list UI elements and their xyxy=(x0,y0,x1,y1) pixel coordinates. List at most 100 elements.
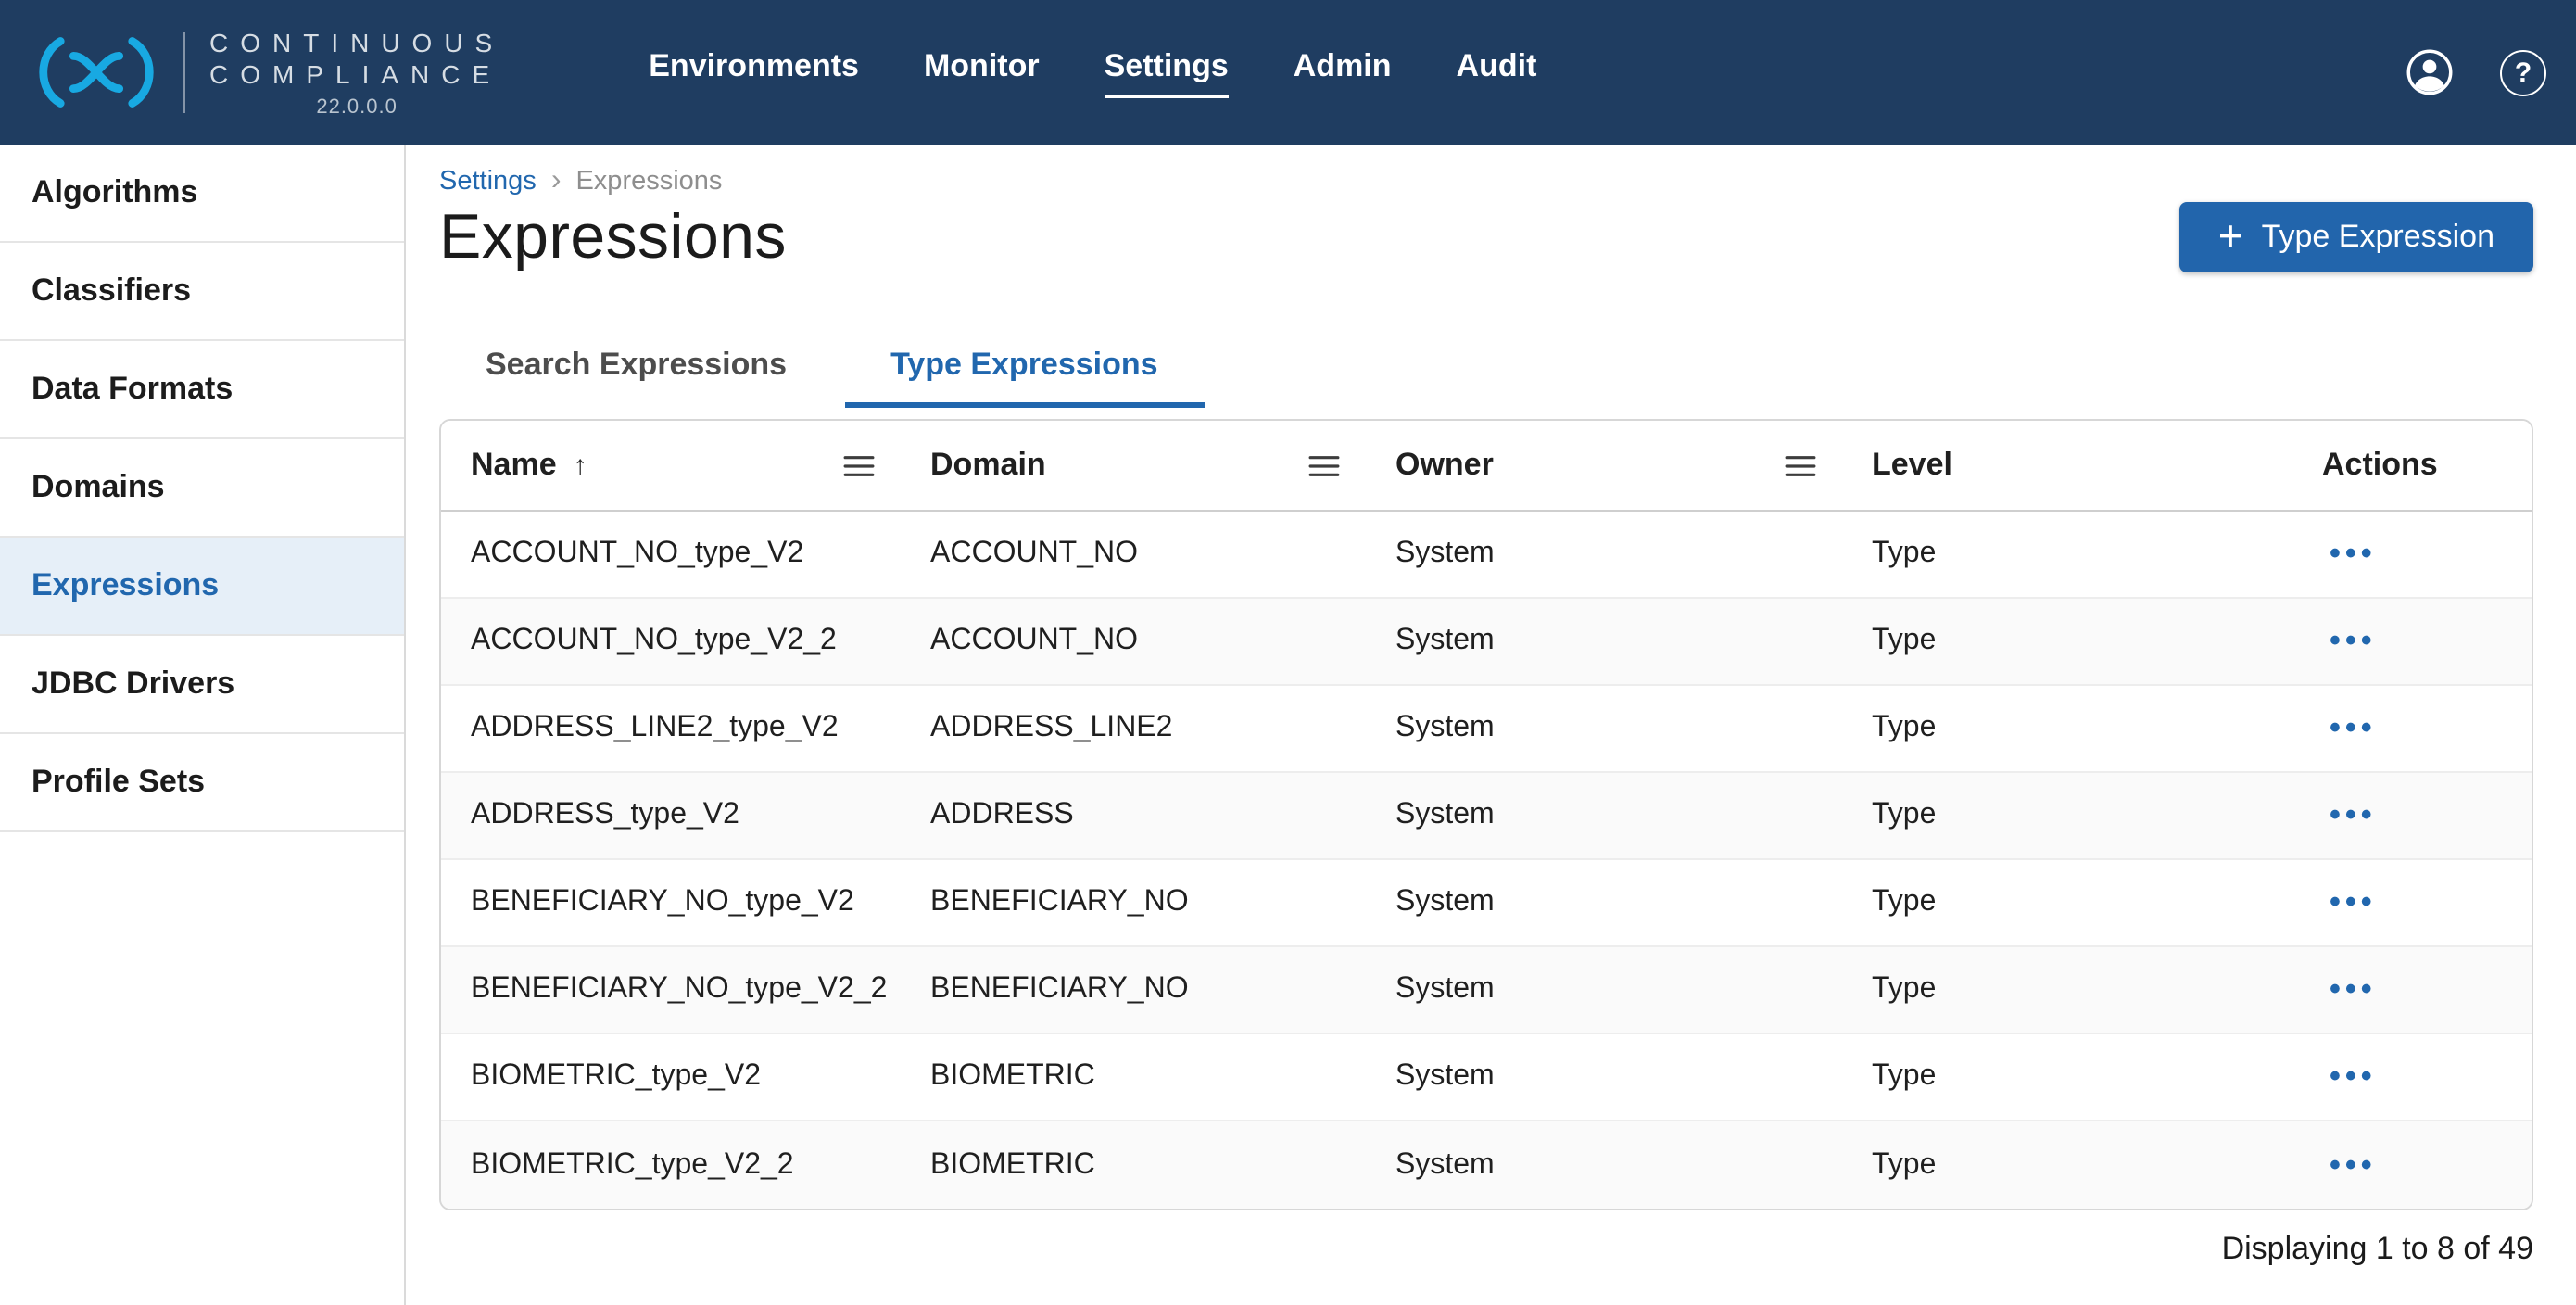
table-row: BIOMETRIC_type_V2_2 BIOMETRIC System Typ… xyxy=(441,1121,2532,1209)
app-version: 22.0.0.0 xyxy=(209,95,504,118)
nav-item-environments[interactable]: Environments xyxy=(649,47,859,97)
sidebar-label-profile-sets: Profile Sets xyxy=(32,764,205,799)
page-body: Algorithms Classifiers Data Formats Doma… xyxy=(0,145,2576,1305)
sidebar-item-classifiers[interactable]: Classifiers xyxy=(0,243,404,341)
ellipsis-icon: ••• xyxy=(2330,1058,2377,1094)
tab-label-search-expressions: Search Expressions xyxy=(486,347,787,382)
column-header-level[interactable]: Level xyxy=(1842,447,2281,484)
row-actions-button[interactable]: ••• xyxy=(2330,797,2377,834)
column-header-domain-label[interactable]: Domain xyxy=(930,447,1046,484)
cell-level: Type xyxy=(1842,538,2281,571)
cell-domain: ACCOUNT_NO xyxy=(901,625,1366,658)
tab-type-expressions[interactable]: Type Expressions xyxy=(844,347,1205,408)
ellipsis-icon: ••• xyxy=(2330,797,2377,832)
cell-owner: System xyxy=(1366,625,1842,658)
cell-name: ACCOUNT_NO_type_V2 xyxy=(441,538,901,571)
add-type-expression-label: Type Expression xyxy=(2262,219,2494,256)
row-actions-button[interactable]: ••• xyxy=(2330,1147,2377,1184)
nav-item-admin[interactable]: Admin xyxy=(1294,47,1392,97)
breadcrumb-settings-link[interactable]: Settings xyxy=(439,163,537,200)
nav-label-environments: Environments xyxy=(649,47,859,97)
cell-name: BIOMETRIC_type_V2 xyxy=(441,1060,901,1094)
tab-label-type-expressions: Type Expressions xyxy=(890,347,1158,382)
title-row: Expressions + Type Expression xyxy=(439,200,2533,274)
menu-icon xyxy=(843,453,875,477)
name-filter-menu-button[interactable] xyxy=(840,450,878,481)
cell-name: BENEFICIARY_NO_type_V2_2 xyxy=(441,973,901,1007)
brand-home-link[interactable]: CONTINUOUS COMPLIANCE 22.0.0.0 xyxy=(0,27,504,118)
main-content: Settings › Expressions Expressions + Typ… xyxy=(406,145,2576,1305)
top-navbar: CONTINUOUS COMPLIANCE 22.0.0.0 Environme… xyxy=(0,0,2576,145)
nav-label-monitor: Monitor xyxy=(924,47,1040,97)
nav-item-settings[interactable]: Settings xyxy=(1105,47,1229,97)
nav-label-admin: Admin xyxy=(1294,47,1392,97)
plus-icon: + xyxy=(2218,214,2243,257)
expressions-tabs: Search Expressions Type Expressions xyxy=(439,347,2533,408)
settings-sidebar: Algorithms Classifiers Data Formats Doma… xyxy=(0,145,406,1305)
nav-label-settings: Settings xyxy=(1105,47,1229,97)
sidebar-label-jdbc-drivers: JDBC Drivers xyxy=(32,665,234,701)
cell-owner: System xyxy=(1366,538,1842,571)
column-header-owner-label[interactable]: Owner xyxy=(1395,447,1494,484)
row-actions-button[interactable]: ••• xyxy=(2330,884,2377,921)
add-type-expression-button[interactable]: + Type Expression xyxy=(2179,202,2533,272)
column-header-name: Name ↑ xyxy=(441,447,901,484)
cell-domain: ACCOUNT_NO xyxy=(901,538,1366,571)
column-header-actions: Actions xyxy=(2281,447,2532,484)
nav-item-audit[interactable]: Audit xyxy=(1457,47,1537,97)
owner-filter-menu-button[interactable] xyxy=(1781,450,1820,481)
cell-owner: System xyxy=(1366,799,1842,832)
cell-owner: System xyxy=(1366,886,1842,919)
sidebar-item-profile-sets[interactable]: Profile Sets xyxy=(0,734,404,832)
user-icon xyxy=(2406,48,2454,96)
column-header-domain: Domain xyxy=(901,447,1366,484)
user-menu-button[interactable] xyxy=(2406,48,2454,96)
cell-name: BIOMETRIC_type_V2_2 xyxy=(441,1148,901,1182)
sidebar-label-classifiers: Classifiers xyxy=(32,272,191,308)
table-row: ADDRESS_type_V2 ADDRESS System Type ••• xyxy=(441,773,2532,860)
row-actions-button[interactable]: ••• xyxy=(2330,710,2377,747)
sidebar-item-expressions[interactable]: Expressions xyxy=(0,538,404,636)
ellipsis-icon: ••• xyxy=(2330,884,2377,919)
sidebar-item-domains[interactable]: Domains xyxy=(0,439,404,538)
sort-ascending-icon[interactable]: ↑ xyxy=(574,450,587,481)
sidebar-item-jdbc-drivers[interactable]: JDBC Drivers xyxy=(0,636,404,734)
cell-owner: System xyxy=(1366,1148,1842,1182)
cell-domain: ADDRESS_LINE2 xyxy=(901,712,1366,745)
delphix-logo-icon xyxy=(28,30,165,115)
cell-domain: ADDRESS xyxy=(901,799,1366,832)
navbar-right-icons: ? xyxy=(2406,48,2576,96)
help-button[interactable]: ? xyxy=(2500,49,2546,95)
table-row: BIOMETRIC_type_V2 BIOMETRIC System Type … xyxy=(441,1034,2532,1121)
sidebar-label-data-formats: Data Formats xyxy=(32,371,233,406)
domain-filter-menu-button[interactable] xyxy=(1305,450,1344,481)
cell-level: Type xyxy=(1842,886,2281,919)
row-actions-button[interactable]: ••• xyxy=(2330,971,2377,1008)
cell-level: Type xyxy=(1842,1148,2281,1182)
cell-level: Type xyxy=(1842,625,2281,658)
tab-search-expressions[interactable]: Search Expressions xyxy=(439,347,833,408)
nav-item-monitor[interactable]: Monitor xyxy=(924,47,1040,97)
row-actions-button[interactable]: ••• xyxy=(2330,623,2377,660)
sidebar-item-data-formats[interactable]: Data Formats xyxy=(0,341,404,439)
table-row: BENEFICIARY_NO_type_V2 BENEFICIARY_NO Sy… xyxy=(441,860,2532,947)
sidebar-label-algorithms: Algorithms xyxy=(32,174,197,209)
type-expressions-table: Name ↑ Domain xyxy=(439,419,2533,1210)
sidebar-label-domains: Domains xyxy=(32,469,165,504)
chevron-right-icon: › xyxy=(551,163,562,200)
cell-name: ADDRESS_type_V2 xyxy=(441,799,901,832)
brand-line1: CONTINUOUS xyxy=(209,27,504,58)
row-actions-button[interactable]: ••• xyxy=(2330,536,2377,573)
cell-owner: System xyxy=(1366,1060,1842,1094)
row-actions-button[interactable]: ••• xyxy=(2330,1058,2377,1096)
sidebar-label-expressions: Expressions xyxy=(32,567,219,602)
cell-owner: System xyxy=(1366,973,1842,1007)
ellipsis-icon: ••• xyxy=(2330,710,2377,745)
table-row: ACCOUNT_NO_type_V2_2 ACCOUNT_NO System T… xyxy=(441,599,2532,686)
cell-domain: BIOMETRIC xyxy=(901,1060,1366,1094)
cell-domain: BIOMETRIC xyxy=(901,1148,1366,1182)
ellipsis-icon: ••• xyxy=(2330,536,2377,571)
sidebar-item-algorithms[interactable]: Algorithms xyxy=(0,145,404,243)
table-row: ADDRESS_LINE2_type_V2 ADDRESS_LINE2 Syst… xyxy=(441,686,2532,773)
column-header-name-label[interactable]: Name xyxy=(471,447,557,484)
